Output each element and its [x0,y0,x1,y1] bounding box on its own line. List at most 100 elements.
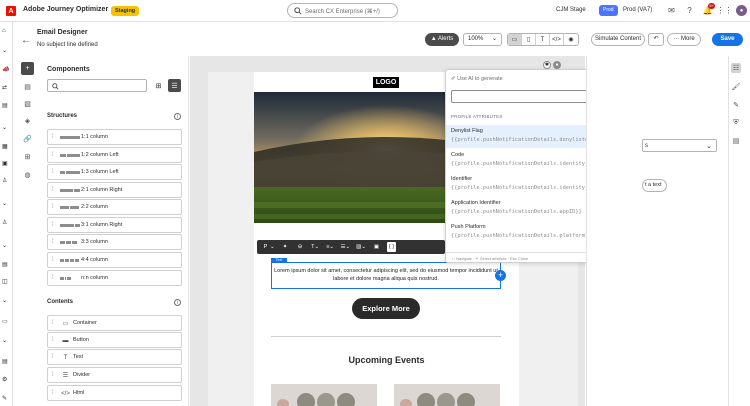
structure-item[interactable]: ⁞ 2:2 column [47,199,182,215]
home-icon[interactable]: ⌂ [2,28,6,34]
drag-handle-icon[interactable]: ⁞ [52,275,54,281]
drag-handle-icon[interactable]: ⁞ [52,152,54,158]
image-icon[interactable]: ▧⌄ [356,242,366,252]
drag-handle-icon[interactable]: ⁞ [52,372,54,378]
chevron-down-icon[interactable]: ⌄ [2,297,7,304]
global-search[interactable]: Search CX Enterprise (⌘+/) [287,3,398,18]
drag-handle-icon[interactable]: ⁞ [52,337,54,343]
drag-handle-icon[interactable]: ⁞ [52,222,54,228]
list-icon[interactable]: ☰⌄ [341,242,351,252]
structure-item[interactable]: ⁞ 2:1 column Right [47,182,182,198]
preview-eye-icon[interactable]: ◉ [564,34,578,45]
mobile-view-icon[interactable]: ▯ [522,34,536,45]
fragments-icon[interactable]: ◈ [21,114,34,127]
add-component-plus-icon[interactable]: + [495,270,506,281]
more-button[interactable]: ··· More [667,33,701,46]
content-item-container[interactable]: ⁞ ▭ Container [47,315,182,331]
content-item-divider[interactable]: ⁞ ☰ Divider [47,367,182,383]
structure-item[interactable]: ⁞ 3:3 column [47,234,182,250]
structure-item[interactable]: ⁞ 1:1 column [47,129,182,145]
undo-icon[interactable]: ↶ [648,33,664,46]
assets-icon[interactable]: ♙ [2,177,7,184]
layers-icon[interactable]: ▤ [21,80,34,93]
structure-item[interactable]: ⁞ 1:3 column Left [47,164,182,180]
audience-icon[interactable]: ♙ [2,219,7,226]
event-image[interactable] [271,384,377,406]
content-item-html[interactable]: ⁞ </> Html [47,385,182,401]
edit-icon[interactable]: ✎ [731,100,741,110]
structure-item[interactable]: ⁞ 3:1 column Right [47,217,182,233]
add-icon[interactable]: + [21,62,34,75]
structure-item[interactable]: ⁞ 1:2 column Left [47,147,182,163]
fragments-icon[interactable]: ▣ [2,160,8,167]
settings-sliders-icon[interactable]: ☷ [731,63,741,73]
layout-icon[interactable]: ▤ [731,136,741,146]
help-icon[interactable]: ? [684,5,695,16]
save-button[interactable]: Save [712,33,743,46]
data-icon[interactable]: ▤ [2,358,8,365]
admin-icon[interactable]: ⚙ [2,376,7,383]
event-image[interactable] [394,384,500,406]
drag-handle-icon[interactable]: ⁞ [52,257,54,263]
code-view-icon[interactable]: </> [550,34,564,45]
grid-view-icon[interactable]: ⊞ [154,81,163,90]
components-search-input[interactable] [47,79,147,92]
chevron-down-icon[interactable]: ⌄ [2,47,7,54]
reports-icon[interactable]: ▤ [2,261,8,268]
personalization-braces-icon[interactable]: { } [386,242,396,252]
info-icon[interactable]: i [174,299,181,306]
drag-handle-icon[interactable]: ⁞ [52,320,54,326]
assets-icon[interactable]: ▧ [21,97,34,110]
paint-brush-icon[interactable]: 🖌 [731,82,741,92]
chevron-down-icon[interactable]: ⌄ [2,124,7,131]
content-item-button[interactable]: ⁞ ▬ Button [47,332,182,348]
link-icon[interactable]: 🔗 [21,132,34,145]
body-text[interactable]: Lorem ipsum dolor sit amet, consectetur … [274,267,498,283]
explore-more-button[interactable]: Explore More [352,298,420,319]
content-item-text[interactable]: ⁞ T Text [47,349,182,365]
avatar[interactable]: ● [736,5,747,16]
personalize-icon[interactable]: ✦ [281,242,290,252]
text-view-icon[interactable]: T [536,34,550,45]
content-icon[interactable]: ▤ [2,102,8,109]
globe-icon[interactable]: ◍ [21,168,34,181]
link-icon[interactable]: ▣ [372,242,381,252]
drag-handle-icon[interactable]: ⁞ [52,187,54,193]
email-logo[interactable]: LOGO [373,77,399,88]
shield-icon[interactable]: ⛨ [731,118,741,128]
toggle-icon[interactable]: ● [553,61,561,69]
drag-handle-icon[interactable]: ⁞ [52,169,54,175]
journey-icon[interactable]: ⇄ [2,84,7,91]
templates-icon[interactable]: ▦ [2,143,8,150]
drag-handle-icon[interactable]: ⁞ [52,390,54,396]
add-text-button[interactable]: t a text [642,179,667,192]
edit-icon[interactable]: ✎ [2,395,7,402]
use-ai-generate-link[interactable]: ✐ Use AI to generate [451,76,503,82]
alerts-button[interactable]: ▲ Alerts [425,33,459,46]
properties-select[interactable]: s ⌄ [642,139,717,152]
settings-icon[interactable]: ✱ [543,61,551,69]
chevron-down-icon[interactable]: ⌄ [2,337,7,344]
sandbox-name[interactable]: Prod (VA7) [623,7,652,13]
campaign-icon[interactable]: 📣 [2,66,9,73]
apps-grid-icon[interactable]: ⋮⋮ [717,5,733,16]
font-style-icon[interactable]: T⌄ [311,242,320,252]
app-name[interactable]: Adobe Journey Optimizer [23,6,108,13]
view-mode-toggle[interactable]: ▭ ▯ T </> ◉ [507,33,579,46]
drag-handle-icon[interactable]: ⁞ [52,134,54,140]
list-view-icon[interactable]: ☰ [168,79,181,92]
prod-badge[interactable]: Prod [599,5,618,16]
fragment-icon[interactable]: ⊖ [296,242,305,252]
drag-handle-icon[interactable]: ⁞ [52,204,54,210]
zoom-select[interactable]: 100% ⌄ [463,33,502,46]
drag-handle-icon[interactable]: ⁞ [52,239,54,245]
drag-handle-icon[interactable]: ⁞ [52,354,54,360]
feedback-icon[interactable]: ✉ [666,5,677,16]
paragraph-style-select[interactable]: P ⌄ [261,242,275,252]
adobe-logo-icon[interactable]: A [6,6,16,16]
chevron-down-icon[interactable]: ⌄ [2,242,7,249]
structure-item[interactable]: ⁞ n:n column [47,270,182,286]
chevron-down-icon[interactable]: ⌄ [2,200,7,207]
grid-icon[interactable]: ⊞ [21,150,34,163]
desktop-view-icon[interactable]: ▭ [508,34,522,45]
